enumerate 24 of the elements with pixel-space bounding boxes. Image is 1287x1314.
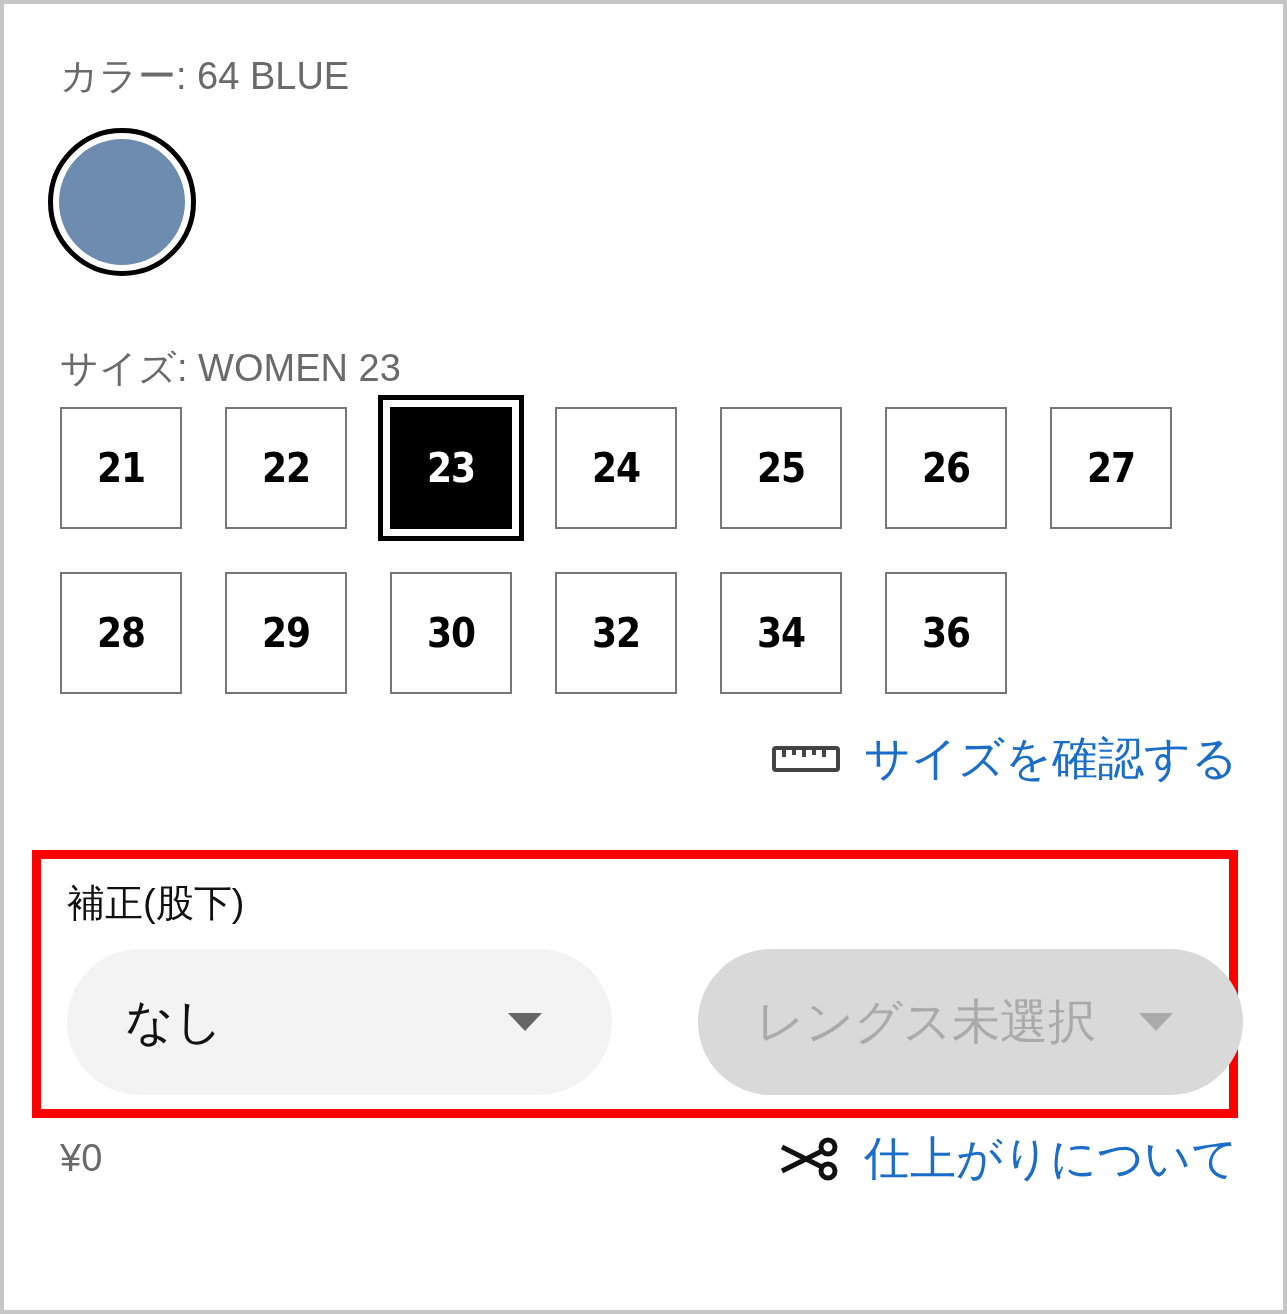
color-swatch[interactable] — [48, 127, 196, 276]
size-label: サイズ: WOMEN 23 — [60, 345, 401, 391]
caret-icon — [508, 1012, 542, 1031]
size-option[interactable]: 30 — [390, 572, 512, 695]
price: ¥0 — [60, 1137, 103, 1181]
length-dropdown[interactable]: なし — [67, 948, 612, 1095]
size-option[interactable]: 27 — [1050, 407, 1172, 530]
size-option[interactable]: 24 — [555, 407, 677, 530]
color-label: カラー: 64 BLUE — [60, 54, 350, 99]
size-option[interactable]: 32 — [555, 572, 677, 695]
finishing-link[interactable]: 仕上がりについて — [864, 1127, 1238, 1190]
size-option[interactable]: 21 — [60, 407, 182, 530]
size-option[interactable]: 29 — [225, 572, 347, 695]
size-option[interactable]: 34 — [720, 572, 842, 695]
size-guide-link[interactable]: サイズを確認する — [864, 728, 1238, 791]
size-option[interactable]: 25 — [720, 407, 842, 530]
scissors-icon — [778, 1136, 840, 1181]
size-option[interactable]: 36 — [885, 572, 1007, 695]
size-option[interactable]: 26 — [885, 407, 1007, 530]
size-option[interactable]: 22 — [225, 407, 347, 530]
alteration-title: 補正(股下) — [67, 881, 245, 927]
size-option[interactable]: 28 — [60, 572, 182, 695]
ruler-icon — [772, 744, 840, 775]
caret-icon — [1139, 1012, 1173, 1031]
